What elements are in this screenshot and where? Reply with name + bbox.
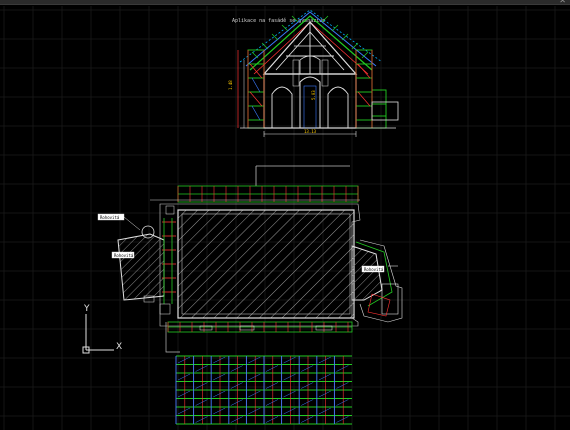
plan-tag-2: Rohovitá (114, 253, 134, 258)
ucs-y-label: Y (84, 304, 90, 314)
cad-model-space[interactable]: ✕ Aplikace na fasádě se gymnázium 1.48 5… (0, 0, 570, 430)
plan-tag-1: Rohovitá (100, 215, 120, 220)
ucs-icon: Y X (76, 304, 136, 358)
floor-plan-view[interactable]: Rohovitá Rohovitá Rohovitá (97, 185, 403, 353)
ucs-x-label: X (116, 342, 123, 352)
scaffold-layout-view[interactable] (175, 355, 352, 425)
drawing-canvas[interactable]: Aplikace na fasádě se gymnázium 1.48 5.0… (0, 0, 570, 430)
section-leader (255, 165, 350, 186)
dim-width: 13.13 (304, 129, 317, 134)
dim-height: 1.48 (228, 80, 233, 90)
dim-inner: 5.03 (311, 90, 316, 100)
elevation-view[interactable]: Aplikace na fasádě se gymnázium 1.48 5.0… (228, 9, 399, 137)
plan-tag-3: Rohovitá (364, 267, 384, 272)
